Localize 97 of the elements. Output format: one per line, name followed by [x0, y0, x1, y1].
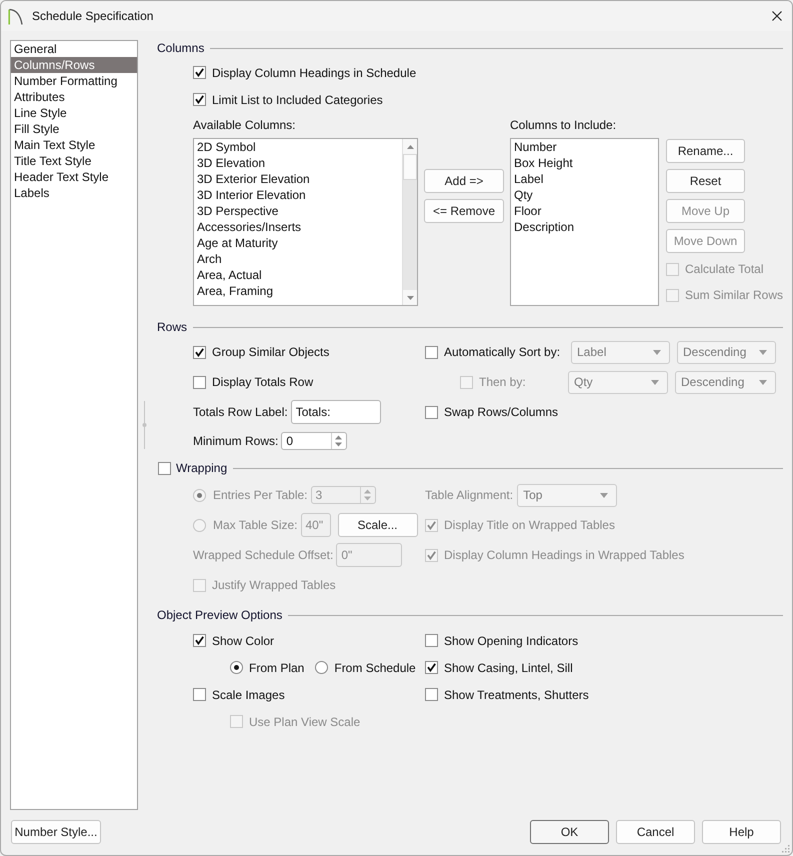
list-item[interactable]: Area, Actual [197, 267, 402, 283]
number-style-button[interactable]: Number Style... [11, 820, 101, 844]
radio-button[interactable] [230, 661, 243, 674]
sidebar-item[interactable]: Header Text Style [11, 169, 137, 185]
list-item[interactable]: 3D Perspective [197, 203, 402, 219]
field-label: Wrapped Schedule Offset: [193, 547, 334, 563]
action-button[interactable]: Reset [666, 169, 745, 193]
sidebar-item[interactable]: Fill Style [11, 121, 137, 137]
list-item[interactable]: Description [514, 219, 658, 235]
list-item[interactable]: Age at Maturity [197, 235, 402, 251]
checkbox-label: Group Similar Objects [212, 344, 330, 360]
list-label: Available Columns: [193, 117, 296, 133]
up-arrow-icon[interactable] [406, 144, 414, 148]
checkbox[interactable] [425, 634, 438, 647]
list-item[interactable]: 3D Interior Elevation [197, 187, 402, 203]
checkbox-label: Swap Rows/Columns [444, 404, 558, 420]
checkbox[interactable] [158, 462, 171, 474]
checkbox[interactable] [193, 66, 206, 79]
field-label: Table Alignment: [425, 487, 514, 503]
section-title: Object Preview Options [157, 607, 282, 623]
window-title: Schedule Specification [32, 9, 154, 23]
arc-icon [8, 8, 23, 24]
list-item[interactable]: 3D Exterior Elevation [197, 171, 402, 187]
section-title: Wrapping [176, 460, 228, 476]
action-button[interactable]: Rename... [666, 139, 745, 163]
checkbox-label: Show Color [212, 632, 274, 648]
list-item[interactable]: 2D Symbol [197, 139, 402, 155]
sidebar-item[interactable]: Labels [11, 185, 137, 201]
section-title: Columns [157, 40, 204, 56]
dialog-button[interactable]: Help [702, 820, 781, 844]
sidebar-item[interactable]: Number Formatting [11, 73, 137, 89]
radio-label: Entries Per Table: [213, 487, 308, 503]
checkbox[interactable] [193, 93, 206, 106]
list-label: Columns to Include: [510, 117, 618, 133]
checkbox[interactable] [425, 688, 438, 701]
sidebar-item[interactable]: Columns/Rows [11, 57, 137, 73]
field-label: Totals Row Label: [193, 404, 288, 420]
checkbox-label: Display Title on Wrapped Tables [444, 517, 615, 533]
list-item[interactable]: Number [514, 139, 658, 155]
checkbox-label: Display Column Headings in Schedule [212, 64, 416, 80]
checkbox-label: Display Column Headings in Wrapped Tables [444, 547, 684, 563]
radio-button[interactable] [315, 661, 328, 674]
checkbox-label: Show Casing, Lintel, Sill [444, 660, 573, 676]
scroll-thumb[interactable] [403, 154, 417, 180]
dialog-button[interactable]: Cancel [616, 820, 695, 844]
radio-label: Max Table Size: [213, 517, 298, 533]
field-label: Minimum Rows: [193, 433, 278, 449]
caret-icon [759, 380, 767, 384]
transfer-button[interactable]: Add => [424, 169, 504, 193]
sidebar-item[interactable]: Main Text Style [11, 137, 137, 153]
checkbox[interactable] [193, 688, 206, 701]
list-item[interactable]: Qty [514, 187, 658, 203]
radio-label: From Schedule [334, 660, 416, 676]
caret-icon [653, 350, 661, 354]
sidebar-item[interactable]: General [11, 41, 137, 57]
caret-icon [600, 492, 608, 498]
checkbox[interactable] [425, 661, 438, 674]
checkbox-label: Justify Wrapped Tables [212, 577, 336, 593]
down-arrow-icon[interactable] [406, 296, 414, 300]
checkbox[interactable] [193, 346, 206, 358]
splitter-handle[interactable] [142, 401, 147, 449]
list-item[interactable]: Floor [514, 203, 658, 219]
caret-icon [651, 380, 659, 384]
checkbox-label: Sum Similar Rows [685, 287, 784, 303]
checkbox[interactable] [425, 406, 438, 418]
section-title: Rows [157, 319, 188, 335]
checkbox-label: Then by: [479, 374, 526, 390]
checkbox[interactable] [425, 346, 438, 358]
checkbox-label: Calculate Total [685, 261, 764, 277]
list-item[interactable]: 3D Elevation [197, 155, 402, 171]
close-icon [772, 11, 782, 21]
checkbox-label: Show Opening Indicators [444, 632, 578, 648]
resize-grip-icon[interactable] [780, 843, 790, 853]
checkbox-label: Show Treatments, Shutters [444, 686, 589, 702]
caret-icon [759, 350, 767, 354]
sidebar-item[interactable]: Line Style [11, 105, 137, 121]
checkbox-label: Automatically Sort by: [444, 344, 560, 360]
sidebar-item[interactable]: Attributes [11, 89, 137, 105]
scrollbar[interactable] [402, 139, 417, 305]
list-item[interactable]: Label [514, 171, 658, 187]
checkbox[interactable] [193, 634, 206, 647]
checkbox-label: Scale Images [212, 686, 285, 702]
list-item[interactable]: Accessories/Inserts [197, 219, 402, 235]
checkbox[interactable] [193, 376, 206, 388]
checkbox-label: Use Plan View Scale [249, 714, 360, 730]
spin-box[interactable]: 0 [281, 432, 348, 450]
checkbox-label: Limit List to Included Categories [212, 92, 383, 108]
scale-button[interactable]: Scale... [338, 513, 418, 537]
list-item[interactable]: Area, Framing [197, 283, 402, 299]
transfer-button[interactable]: <= Remove [424, 199, 504, 223]
list-item[interactable]: Arch [197, 251, 402, 267]
checkbox-label: Display Totals Row [212, 374, 314, 390]
dialog-button[interactable]: OK [530, 820, 609, 844]
list-item[interactable]: Box Height [514, 155, 658, 171]
text-field[interactable]: Totals: [290, 400, 381, 424]
sidebar-item[interactable]: Title Text Style [11, 153, 137, 169]
radio-label: From Plan [249, 660, 304, 676]
